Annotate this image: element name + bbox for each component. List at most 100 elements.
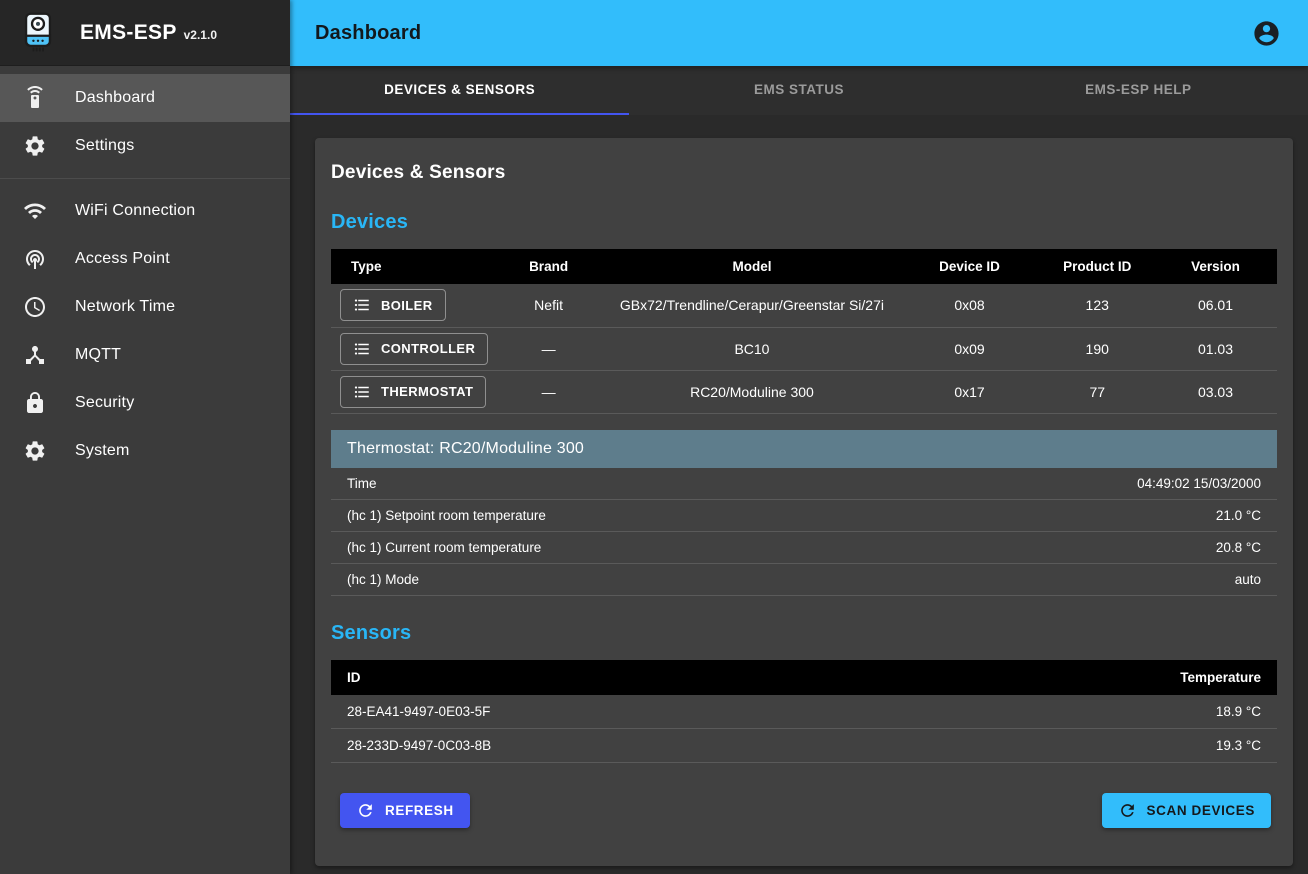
table-row-controller: CONTROLLER — BC10 0x09 190 01.03 xyxy=(331,327,1277,370)
tab-devices-sensors[interactable]: DEVICES & SENSORS xyxy=(290,66,629,115)
sensors-heading: Sensors xyxy=(331,622,1277,645)
device-brand: — xyxy=(492,370,606,413)
sidebar-item-mqtt[interactable]: MQTT xyxy=(0,331,290,379)
account-circle-icon xyxy=(1252,19,1281,48)
wifi-icon xyxy=(23,199,47,223)
list-icon xyxy=(353,296,371,314)
value-text: auto xyxy=(1235,572,1261,587)
user-account-button[interactable] xyxy=(1246,13,1286,53)
selected-device-values: Time 04:49:02 15/03/2000 (hc 1) Setpoint… xyxy=(331,468,1277,596)
device-type-button-controller[interactable]: CONTROLLER xyxy=(340,333,488,365)
device-product-id: 77 xyxy=(1040,370,1154,413)
sidebar-divider xyxy=(0,178,290,179)
sensor-id: 28-EA41-9497-0E03-5F xyxy=(347,704,490,719)
table-row-boiler: BOILER Nefit GBx72/Trendline/Cerapur/Gre… xyxy=(331,284,1277,327)
column-header-device-id: Device ID xyxy=(899,249,1041,284)
value-label: Time xyxy=(347,476,377,491)
lock-icon xyxy=(23,391,47,415)
device-type-button-thermostat[interactable]: THERMOSTAT xyxy=(340,376,486,408)
app-version: v2.1.0 xyxy=(184,28,217,42)
card-title: Devices & Sensors xyxy=(331,162,1277,184)
wifi-tethering-icon xyxy=(23,247,47,271)
device-model: RC20/Moduline 300 xyxy=(605,370,898,413)
sidebar-item-label: MQTT xyxy=(75,346,121,364)
value-text: 21.0 °C xyxy=(1216,508,1261,523)
remote-device-icon xyxy=(23,86,47,110)
devices-table-header-row: Type Brand Model Device ID Product ID Ve… xyxy=(331,249,1277,284)
tab-ems-esp-help[interactable]: EMS-ESP HELP xyxy=(969,66,1308,115)
refresh-icon xyxy=(356,801,375,820)
sidebar-item-label: System xyxy=(75,442,130,460)
device-version: 06.01 xyxy=(1154,284,1277,327)
actions-bar: REFRESH SCAN DEVICES xyxy=(331,793,1277,828)
page-title: Dashboard xyxy=(315,22,421,45)
refresh-icon xyxy=(1118,801,1137,820)
column-header-temperature: Temperature xyxy=(1180,670,1261,685)
column-header-version: Version xyxy=(1154,249,1277,284)
device-brand: — xyxy=(492,327,606,370)
table-row-sensor: 28-233D-9497-0C03-8B 19.3 °C xyxy=(331,729,1277,763)
column-header-model: Model xyxy=(605,249,898,284)
sidebar-item-access-point[interactable]: Access Point xyxy=(0,235,290,283)
refresh-button-label: REFRESH xyxy=(385,803,454,818)
list-icon xyxy=(353,383,371,401)
device-product-id: 190 xyxy=(1040,327,1154,370)
sidebar-item-label: Settings xyxy=(75,137,134,155)
sidebar: EMS-ESP v2.1.0 Dashboard Settings WiFi C… xyxy=(0,0,290,874)
tab-ems-status[interactable]: EMS STATUS xyxy=(629,66,968,115)
sensor-id: 28-233D-9497-0C03-8B xyxy=(347,738,491,753)
device-type-label: THERMOSTAT xyxy=(381,384,473,399)
value-label: (hc 1) Setpoint room temperature xyxy=(347,508,546,523)
device-brand: Nefit xyxy=(492,284,606,327)
list-icon xyxy=(353,340,371,358)
sidebar-item-label: Network Time xyxy=(75,298,175,316)
column-header-type: Type xyxy=(331,249,492,284)
sidebar-item-label: WiFi Connection xyxy=(75,202,195,220)
sidebar-item-wifi-connection[interactable]: WiFi Connection xyxy=(0,187,290,235)
sensors-table: ID Temperature 28-EA41-9497-0E03-5F 18.9… xyxy=(331,660,1277,763)
sensor-temperature: 18.9 °C xyxy=(1216,704,1261,719)
app-title-group: EMS-ESP v2.1.0 xyxy=(80,21,217,45)
sensors-table-header-row: ID Temperature xyxy=(331,660,1277,695)
app-logo-bar: EMS-ESP v2.1.0 xyxy=(0,0,290,66)
device-model: BC10 xyxy=(605,327,898,370)
device-type-button-boiler[interactable]: BOILER xyxy=(340,289,446,321)
boiler-logo-icon xyxy=(16,11,60,55)
list-item: (hc 1) Setpoint room temperature 21.0 °C xyxy=(331,500,1277,532)
main-column: Dashboard DEVICES & SENSORS EMS STATUS E… xyxy=(290,0,1308,874)
value-label: (hc 1) Current room temperature xyxy=(347,540,541,555)
sidebar-item-system[interactable]: System xyxy=(0,427,290,475)
device-version: 03.03 xyxy=(1154,370,1277,413)
value-text: 20.8 °C xyxy=(1216,540,1261,555)
clock-icon xyxy=(23,295,47,319)
table-row-thermostat: THERMOSTAT — RC20/Moduline 300 0x17 77 0… xyxy=(331,370,1277,413)
device-id: 0x17 xyxy=(899,370,1041,413)
device-version: 01.03 xyxy=(1154,327,1277,370)
sidebar-item-label: Access Point xyxy=(75,250,170,268)
sidebar-item-network-time[interactable]: Network Time xyxy=(0,283,290,331)
table-row-sensor: 28-EA41-9497-0E03-5F 18.9 °C xyxy=(331,695,1277,729)
refresh-button[interactable]: REFRESH xyxy=(340,793,470,828)
column-header-brand: Brand xyxy=(492,249,606,284)
devices-sensors-card: Devices & Sensors Devices Type Brand Mod… xyxy=(315,138,1293,866)
gear-icon xyxy=(23,134,47,158)
scan-devices-button[interactable]: SCAN DEVICES xyxy=(1102,793,1271,828)
sidebar-item-label: Security xyxy=(75,394,134,412)
device-type-label: CONTROLLER xyxy=(381,341,475,356)
tab-bar: DEVICES & SENSORS EMS STATUS EMS-ESP HEL… xyxy=(290,66,1308,115)
sidebar-item-dashboard[interactable]: Dashboard xyxy=(0,74,290,122)
sensor-temperature: 19.3 °C xyxy=(1216,738,1261,753)
value-label: (hc 1) Mode xyxy=(347,572,419,587)
sidebar-item-settings[interactable]: Settings xyxy=(0,122,290,170)
list-item: Time 04:49:02 15/03/2000 xyxy=(331,468,1277,500)
device-id: 0x09 xyxy=(899,327,1041,370)
device-product-id: 123 xyxy=(1040,284,1154,327)
appbar: Dashboard xyxy=(290,0,1308,66)
device-hub-icon xyxy=(23,343,47,367)
device-model: GBx72/Trendline/Cerapur/Greenstar Si/27i xyxy=(605,284,898,327)
list-item: (hc 1) Current room temperature 20.8 °C xyxy=(331,532,1277,564)
device-id: 0x08 xyxy=(899,284,1041,327)
sidebar-item-security[interactable]: Security xyxy=(0,379,290,427)
column-header-product-id: Product ID xyxy=(1040,249,1154,284)
scan-devices-button-label: SCAN DEVICES xyxy=(1147,803,1255,818)
